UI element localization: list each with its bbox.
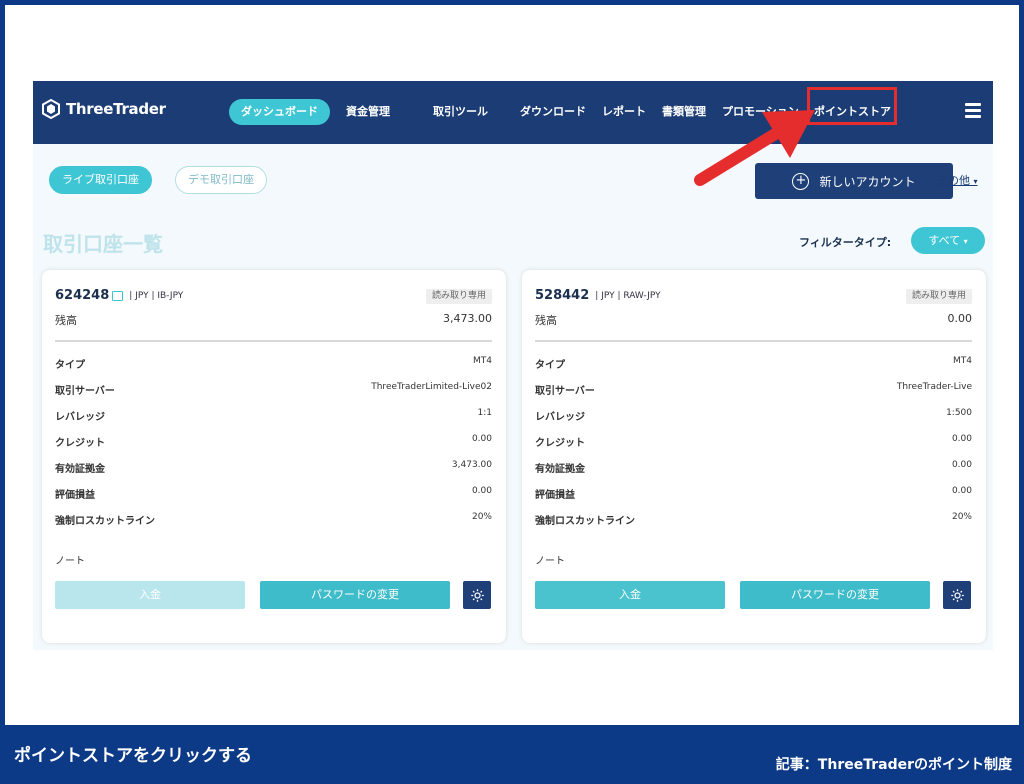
readonly-badge: 読み取り専用: [905, 289, 972, 304]
detail-key: 取引サーバー: [535, 386, 595, 397]
detail-key: 取引サーバー: [55, 386, 115, 397]
detail-key: 有効証拠金: [55, 464, 105, 475]
detail-key: レバレッジ: [55, 412, 105, 423]
filter-type-select[interactable]: すべて ▾: [911, 227, 985, 254]
threetrader-logo-icon: [42, 99, 60, 119]
detail-row: タイプ MT4: [55, 356, 492, 371]
deposit-button[interactable]: 入金: [55, 581, 245, 609]
nav-trading-tools[interactable]: 取引ツール: [433, 99, 488, 125]
nav-report[interactable]: レポート: [602, 99, 646, 125]
detail-row: レバレッジ 1:1: [55, 408, 492, 423]
account-currency: JPY: [135, 290, 149, 301]
divider: [55, 340, 492, 342]
detail-key: タイプ: [55, 360, 85, 371]
nav-download[interactable]: ダウンロード: [520, 99, 586, 125]
caret-down-icon: ▾: [973, 177, 978, 186]
deposit-button[interactable]: 入金: [535, 581, 725, 609]
detail-key: レバレッジ: [535, 412, 585, 423]
detail-row: 取引サーバー ThreeTraderLimited-Live02: [55, 382, 492, 397]
change-password-button[interactable]: パスワードの変更: [740, 581, 930, 609]
detail-row: 有効証拠金 3,473.00: [55, 460, 492, 475]
detail-row: 強制ロスカットライン 20%: [535, 512, 972, 527]
tab-live-accounts[interactable]: ライブ取引口座: [49, 166, 152, 194]
detail-value: 0.00: [471, 486, 492, 496]
account-number: 528442: [535, 288, 590, 303]
detail-key: クレジット: [55, 438, 105, 449]
detail-value: MT4: [473, 356, 492, 366]
balance-label: 残高: [535, 314, 557, 327]
new-account-label: 新しいアカウント: [819, 174, 916, 189]
detail-key: 評価損益: [55, 490, 95, 501]
point-store-highlight-box: [807, 87, 897, 125]
account-settings-button[interactable]: [943, 581, 971, 609]
account-card: 528442 | JPY | RAW-JPY 読み取り専用 残高 0.00 タイ…: [522, 270, 986, 643]
brand-name: ThreeTrader: [66, 100, 166, 118]
note-label: ノート: [55, 556, 85, 567]
account-settings-button[interactable]: [463, 581, 491, 609]
filter-label: フィルタータイプ:: [799, 236, 892, 249]
detail-value: ThreeTrader-Live: [896, 382, 972, 392]
account-group: RAW-JPY: [623, 290, 661, 301]
account-meta: | JPY | RAW-JPY: [595, 290, 661, 301]
readonly-badge: 読み取り専用: [425, 289, 492, 304]
detail-value: 3,473.00: [451, 460, 492, 470]
detail-row: 取引サーバー ThreeTrader-Live: [535, 382, 972, 397]
detail-row: 有効証拠金 0.00: [535, 460, 972, 475]
platform-icon: [112, 290, 124, 301]
nav-dashboard[interactable]: ダッシュボード: [229, 99, 330, 125]
brand-logo[interactable]: ThreeTrader: [41, 99, 166, 119]
note-label: ノート: [535, 556, 565, 567]
detail-key: クレジット: [535, 438, 585, 449]
balance-value: 0.00: [947, 312, 973, 325]
detail-key: タイプ: [535, 360, 565, 371]
detail-value: MT4: [953, 356, 972, 366]
filter-value: すべて: [928, 234, 961, 247]
account-group: IB-JPY: [157, 290, 184, 301]
balance-value: 3,473.00: [443, 312, 492, 325]
change-password-button[interactable]: パスワードの変更: [260, 581, 450, 609]
detail-key: 評価損益: [535, 490, 575, 501]
main-content: ライブ取引口座 デモ取引口座 + 新しいアカウント その他 ▾ 取引口座一覧 フ…: [33, 144, 993, 650]
detail-row: クレジット 0.00: [535, 434, 972, 449]
detail-value: 0.00: [951, 434, 972, 444]
account-number: 624248: [55, 288, 110, 303]
account-header: 528442 | JPY | RAW-JPY: [535, 288, 661, 303]
caption-instruction: ポイントストアをクリックする: [14, 746, 252, 766]
detail-value: 1:1: [477, 408, 492, 418]
red-arrow-icon: [694, 110, 815, 186]
balance-label: 残高: [55, 314, 77, 327]
caption-article: 記事：ThreeTraderのポイント制度: [775, 757, 1012, 773]
detail-value: 20%: [951, 512, 972, 522]
detail-row: 評価損益 0.00: [55, 486, 492, 501]
detail-value: 0.00: [951, 486, 972, 496]
divider: [535, 340, 972, 342]
detail-key: 強制ロスカットライン: [55, 516, 155, 527]
detail-row: タイプ MT4: [535, 356, 972, 371]
account-card: 624248 | JPY | IB-JPY 読み取り専用 残高 3,473.00…: [42, 270, 506, 643]
other-label: その他: [937, 174, 970, 187]
hamburger-menu-icon[interactable]: [965, 103, 981, 119]
tab-demo-accounts[interactable]: デモ取引口座: [175, 166, 267, 194]
gear-icon: [950, 588, 964, 602]
nav-funds[interactable]: 資金管理: [346, 99, 390, 125]
detail-row: 強制ロスカットライン 20%: [55, 512, 492, 527]
account-currency: JPY: [601, 290, 615, 301]
detail-row: クレジット 0.00: [55, 434, 492, 449]
detail-value: 20%: [471, 512, 492, 522]
detail-key: 有効証拠金: [535, 464, 585, 475]
detail-value: 0.00: [471, 434, 492, 444]
account-meta: | JPY | IB-JPY: [129, 290, 184, 301]
detail-key: 強制ロスカットライン: [535, 516, 635, 527]
page-title: 取引口座一覧: [43, 232, 163, 256]
caret-down-icon: ▾: [963, 237, 968, 246]
detail-value: ThreeTraderLimited-Live02: [371, 382, 492, 392]
detail-value: 0.00: [951, 460, 972, 470]
detail-value: 1:500: [946, 408, 972, 418]
gear-icon: [470, 588, 484, 602]
account-header: 624248 | JPY | IB-JPY: [55, 288, 183, 303]
detail-row: 評価損益 0.00: [535, 486, 972, 501]
other-dropdown[interactable]: その他 ▾: [937, 172, 978, 188]
detail-row: レバレッジ 1:500: [535, 408, 972, 423]
